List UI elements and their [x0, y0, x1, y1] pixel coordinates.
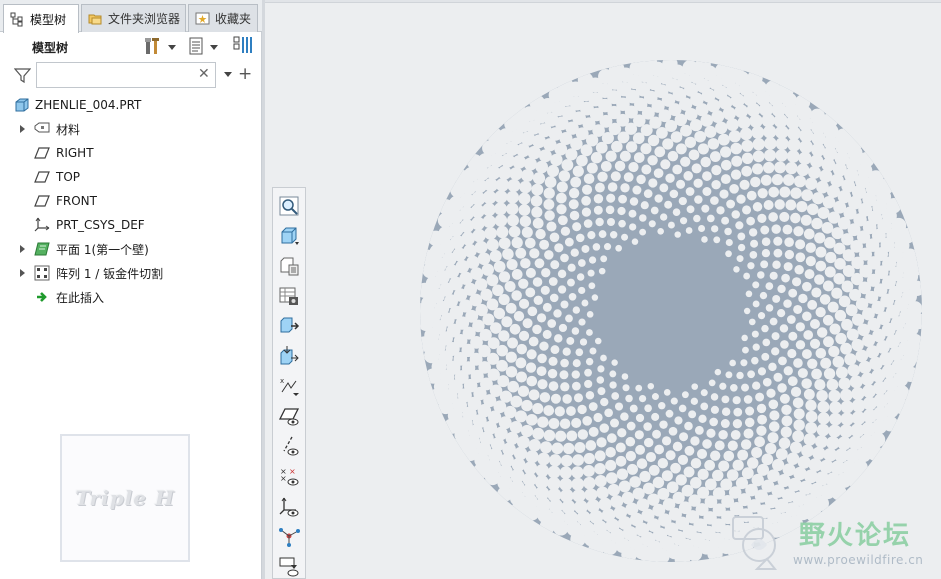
tab-folder-browser[interactable]: 文件夹浏览器 — [81, 4, 186, 32]
spin-display-button[interactable] — [276, 523, 302, 549]
tree-item-label: 阵列 1 / 钣金件切割 — [56, 266, 164, 281]
material-icon — [34, 121, 50, 137]
expand-arrow-icon[interactable] — [20, 125, 25, 133]
insert-here-icon — [34, 289, 50, 305]
tree-item-label: 在此插入 — [56, 290, 105, 305]
plane-display-button[interactable] — [276, 403, 302, 429]
tree-item-csys[interactable]: PRT_CSYS_DEF — [0, 214, 262, 236]
forum-url: www.proewildfire.cn — [793, 553, 924, 567]
expand-arrow-icon[interactable] — [20, 245, 25, 253]
tree-item-front[interactable]: FRONT — [0, 190, 262, 212]
clear-icon[interactable]: ✕ — [198, 67, 210, 81]
plane-display-icon — [278, 408, 300, 426]
perforated-disk-part[interactable] — [419, 59, 923, 563]
tree-item-pattern[interactable]: 阵列 1 / 钣金件切割 — [0, 262, 262, 284]
point-display-icon: × ×× — [280, 467, 299, 486]
more-display-icon — [279, 557, 299, 577]
show-dropdown-button[interactable] — [188, 36, 218, 58]
panel-splitter[interactable] — [262, 0, 265, 579]
saved-orientations-icon — [281, 227, 299, 245]
navigator-tab-bar: 模型树 文件夹浏览器 收藏夹 — [0, 0, 262, 33]
watermark-text: Triple H — [75, 486, 175, 510]
graphics-toolbar: x × × × — [272, 187, 306, 579]
csys-display-button[interactable] — [276, 493, 302, 519]
chevron-down-icon — [210, 44, 218, 50]
saved-orientations-button[interactable] — [276, 223, 302, 249]
forum-watermark: 野火论坛 www.proewildfire.cn — [727, 509, 939, 577]
refit-icon — [279, 196, 299, 216]
tree-item-label: FRONT — [56, 194, 97, 208]
model-tree-panel: 模型树 文件夹浏览器 收藏夹 模型树 ✕ + ZHENLIE_004.PRT 材… — [0, 0, 262, 579]
tree-item-label: TOP — [56, 170, 81, 184]
forum-name: 野火论坛 — [799, 521, 912, 551]
point-display-button[interactable]: × × × — [276, 463, 302, 489]
tab-favorites[interactable]: 收藏夹 — [188, 4, 258, 32]
annotation-display-button[interactable]: x — [276, 373, 302, 399]
datum-plane-icon — [34, 145, 50, 161]
part-icon — [14, 97, 30, 113]
settings-tools-icon — [144, 36, 162, 59]
expand-arrow-icon[interactable] — [20, 269, 25, 277]
csys-display-icon — [279, 497, 299, 517]
tree-item-label: 平面 1(第一个壁) — [56, 242, 149, 257]
datum-plane-icon — [34, 169, 50, 185]
tab-model-tree[interactable]: 模型树 — [3, 4, 79, 33]
tree-item-root[interactable]: ZHENLIE_004.PRT — [0, 94, 262, 116]
tab-label: 收藏夹 — [215, 12, 252, 26]
favorites-icon — [195, 11, 210, 26]
reorient-icon — [280, 317, 300, 333]
tree-item-right[interactable]: RIGHT — [0, 142, 262, 164]
axis-display-button[interactable] — [276, 433, 302, 459]
tree-item-label: ZHENLIE_004.PRT — [35, 98, 142, 112]
model-tree-icon — [10, 12, 25, 27]
tree-item-material[interactable]: 材料 — [0, 118, 262, 140]
add-icon[interactable]: + — [238, 65, 252, 83]
svg-text:×: × — [289, 467, 296, 476]
display-style-icon — [279, 287, 298, 305]
chevron-down-icon[interactable] — [224, 72, 232, 77]
tree-columns-icon — [233, 36, 253, 59]
forum-logo-icon — [732, 516, 778, 570]
filter-row: ✕ + — [0, 60, 262, 90]
tree-item-top[interactable]: TOP — [0, 166, 262, 188]
view-manager-button[interactable] — [276, 253, 302, 279]
tab-label: 模型树 — [30, 12, 67, 27]
display-style-button[interactable] — [276, 283, 302, 309]
settings-dropdown-button[interactable] — [144, 36, 176, 58]
triple-h-watermark: Triple H — [60, 434, 190, 562]
view-manager-icon — [280, 257, 299, 276]
folder-browser-icon — [88, 11, 103, 26]
spin-center-button[interactable] — [276, 343, 302, 369]
sheetmetal-wall-icon — [34, 241, 50, 257]
tree-columns-button[interactable] — [233, 36, 253, 58]
tree-item-insert-here[interactable]: 在此插入 — [0, 286, 262, 308]
svg-text:x: x — [280, 377, 284, 385]
tree-item-label: PRT_CSYS_DEF — [56, 218, 145, 232]
more-display-button[interactable] — [276, 553, 302, 579]
datum-plane-icon — [34, 193, 50, 209]
chevron-down-icon — [168, 44, 176, 50]
search-input[interactable] — [36, 62, 216, 88]
reorient-button[interactable] — [276, 313, 302, 339]
tree-item-wall[interactable]: 平面 1(第一个壁) — [0, 238, 262, 260]
tree-item-label: RIGHT — [56, 146, 94, 160]
tree-item-label: 材料 — [56, 122, 81, 137]
axis-display-icon — [283, 436, 299, 456]
show-list-icon — [188, 36, 204, 59]
tree-header-title: 模型树 — [32, 41, 69, 55]
tab-label: 文件夹浏览器 — [108, 12, 181, 26]
spin-center-icon — [280, 346, 299, 365]
spin-display-icon — [279, 528, 300, 547]
pattern-icon — [34, 265, 50, 281]
coordinate-system-icon — [34, 216, 50, 232]
filter-icon[interactable] — [13, 67, 32, 84]
refit-button[interactable] — [276, 193, 302, 219]
annotation-display-icon: x — [280, 377, 299, 396]
tree-header: 模型树 — [0, 33, 262, 60]
svg-text:×: × — [280, 474, 287, 483]
